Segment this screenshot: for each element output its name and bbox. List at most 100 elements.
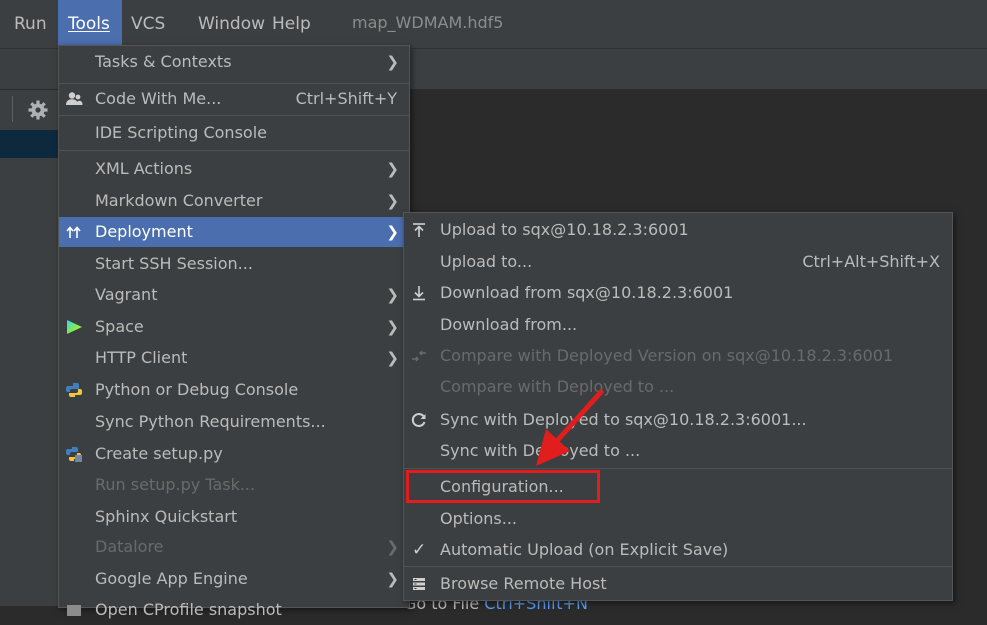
- menu-item-label: Sync with Deployed to sqx@10.18.2.3:6001…: [440, 410, 807, 429]
- menu-item-label: Create setup.py: [95, 444, 223, 463]
- menu-item-python-debug-console[interactable]: Python or Debug Console: [59, 375, 409, 405]
- menu-item-google-app-engine[interactable]: Google App Engine ❯: [59, 564, 409, 594]
- browse-remote-host-icon: [413, 578, 425, 590]
- chevron-right-icon: ❯: [386, 53, 399, 71]
- upload-icon: [413, 223, 425, 237]
- menu-separator: [59, 150, 409, 151]
- python-icon: [66, 383, 82, 397]
- menu-item-label: Google App Engine: [95, 569, 248, 588]
- sync-icon: [411, 413, 426, 427]
- toolbar-divider: [12, 96, 13, 122]
- menu-item-xml-actions[interactable]: XML Actions ❯: [59, 154, 409, 184]
- menu-item-run-setup-py-task[interactable]: Run setup.py Task...: [59, 470, 409, 500]
- menu-item-download-from-server[interactable]: Download from sqx@10.18.2.3:6001: [404, 278, 952, 308]
- menu-item-markdown-converter[interactable]: Markdown Converter ❯: [59, 186, 409, 216]
- menu-item-label: HTTP Client: [95, 348, 188, 367]
- menu-item-shortcut: Ctrl+Shift+Y: [295, 89, 397, 108]
- menu-item-label: Deployment: [95, 222, 193, 241]
- menu-window-label: Window: [198, 14, 266, 34]
- menu-item-label: Python or Debug Console: [95, 380, 299, 399]
- menu-item-label: Sync with Deployed to ...: [440, 441, 641, 460]
- menu-item-vagrant[interactable]: Vagrant ❯: [59, 280, 409, 310]
- menu-item-label: Vagrant: [95, 285, 158, 304]
- menu-item-label: Sync Python Requirements...: [95, 412, 326, 431]
- menu-vcs-label: VCS: [131, 14, 166, 34]
- menu-item-label: Markdown Converter: [95, 191, 263, 210]
- menu-item-label: Compare with Deployed Version on sqx@10.…: [440, 346, 894, 365]
- menu-item-label: Options...: [440, 509, 517, 528]
- menu-item-label: Upload to sqx@10.18.2.3:6001: [440, 220, 689, 239]
- menu-item-options[interactable]: Options...: [404, 504, 952, 534]
- download-icon: [413, 286, 425, 301]
- code-with-me-icon: [66, 92, 83, 105]
- gear-icon[interactable]: [26, 98, 50, 122]
- chevron-right-icon: ❯: [386, 286, 399, 304]
- menu-item-browse-remote-host[interactable]: Browse Remote Host: [404, 569, 952, 599]
- menu-help[interactable]: Help: [272, 0, 322, 48]
- menu-item-label: Code With Me...: [95, 89, 222, 108]
- compare-icon: [412, 350, 426, 362]
- menu-item-label: Sphinx Quickstart: [95, 507, 238, 526]
- menu-item-compare-deployed-version[interactable]: Compare with Deployed Version on sqx@10.…: [404, 341, 952, 371]
- checkmark-icon: ✓: [412, 540, 427, 560]
- menu-item-tasks-contexts[interactable]: Tasks & Contexts ❯: [59, 47, 409, 77]
- menu-separator: [404, 566, 952, 567]
- menu-tools-label: Tools: [68, 14, 110, 34]
- menu-vcs[interactable]: VCS: [131, 0, 181, 48]
- space-icon: [67, 320, 82, 334]
- menu-item-upload-to[interactable]: Upload to... Ctrl+Alt+Shift+X: [404, 247, 952, 277]
- menu-item-sync-python-requirements[interactable]: Sync Python Requirements...: [59, 407, 409, 437]
- menu-item-ide-scripting-console[interactable]: IDE Scripting Console: [59, 118, 409, 148]
- menu-item-label: Run setup.py Task...: [95, 475, 256, 494]
- menu-item-sync-with-deployed-server[interactable]: Sync with Deployed to sqx@10.18.2.3:6001…: [404, 405, 952, 435]
- menu-item-compare-deployed-to[interactable]: Compare with Deployed to ...: [404, 372, 952, 402]
- menu-item-download-from[interactable]: Download from...: [404, 310, 952, 340]
- chevron-right-icon: ❯: [386, 570, 399, 588]
- menu-item-label: IDE Scripting Console: [95, 123, 267, 142]
- menu-run[interactable]: Run: [8, 0, 64, 48]
- menu-item-sphinx-quickstart[interactable]: Sphinx Quickstart: [59, 502, 409, 532]
- menu-item-upload-to-server[interactable]: Upload to sqx@10.18.2.3:6001: [404, 215, 952, 245]
- menu-item-sync-with-deployed-to[interactable]: Sync with Deployed to ...: [404, 436, 952, 466]
- menu-item-label: Browse Remote Host: [440, 574, 607, 593]
- chevron-right-icon: ❯: [386, 318, 399, 336]
- menu-item-automatic-upload[interactable]: ✓ Automatic Upload (on Explicit Save): [404, 535, 952, 565]
- chevron-right-icon: ❯: [386, 223, 399, 241]
- menu-item-label: Download from...: [440, 315, 578, 334]
- tools-menu: Tasks & Contexts ❯ Code With Me... Ctrl+…: [58, 45, 410, 619]
- menu-window[interactable]: Window: [198, 0, 268, 48]
- menu-separator: [404, 468, 952, 469]
- menu-run-label: Run: [14, 14, 47, 34]
- menu-item-label: Datalore: [95, 537, 164, 556]
- window-file-title: map_WDMAM.hdf5: [352, 13, 504, 32]
- selected-tree-row[interactable]: [0, 130, 58, 158]
- menu-item-open-cprofile-snapshot[interactable]: Open CProfile snapshot: [59, 595, 409, 625]
- chevron-right-icon: ❯: [386, 192, 399, 210]
- menu-separator: [59, 115, 409, 116]
- chevron-right-icon: ❯: [386, 538, 399, 556]
- deployment-icon: [66, 226, 81, 238]
- menu-item-label: Tasks & Contexts: [95, 52, 232, 71]
- menu-item-label: Open CProfile snapshot: [95, 600, 282, 619]
- menu-item-datalore[interactable]: Datalore ❯: [59, 532, 409, 562]
- menu-item-label: Space: [95, 317, 144, 336]
- menu-item-space[interactable]: Space ❯: [59, 312, 409, 342]
- menu-item-label: Upload to...: [440, 252, 533, 271]
- menu-item-http-client[interactable]: HTTP Client ❯: [59, 343, 409, 373]
- python-setup-icon: [66, 447, 82, 462]
- main-menu-bar: Run Tools VCS Window Help map_WDMAM.hdf5: [0, 0, 987, 49]
- menu-item-label: Automatic Upload (on Explicit Save): [440, 540, 729, 559]
- deployment-submenu: Upload to sqx@10.18.2.3:6001 Upload to..…: [403, 212, 953, 601]
- menu-item-start-ssh-session[interactable]: Start SSH Session...: [59, 249, 409, 279]
- menu-item-deployment[interactable]: Deployment ❯: [59, 217, 409, 247]
- menu-item-create-setup-py[interactable]: Create setup.py: [59, 439, 409, 469]
- menu-tools[interactable]: Tools: [58, 0, 122, 48]
- chevron-right-icon: ❯: [386, 349, 399, 367]
- project-panel: [0, 90, 58, 606]
- profiler-icon: [67, 605, 81, 616]
- menu-help-label: Help: [272, 14, 311, 34]
- menu-item-code-with-me[interactable]: Code With Me... Ctrl+Shift+Y: [59, 84, 409, 114]
- menu-item-label: Download from sqx@10.18.2.3:6001: [440, 283, 734, 302]
- menu-item-label: Start SSH Session...: [95, 254, 253, 273]
- menu-item-shortcut: Ctrl+Alt+Shift+X: [802, 252, 940, 271]
